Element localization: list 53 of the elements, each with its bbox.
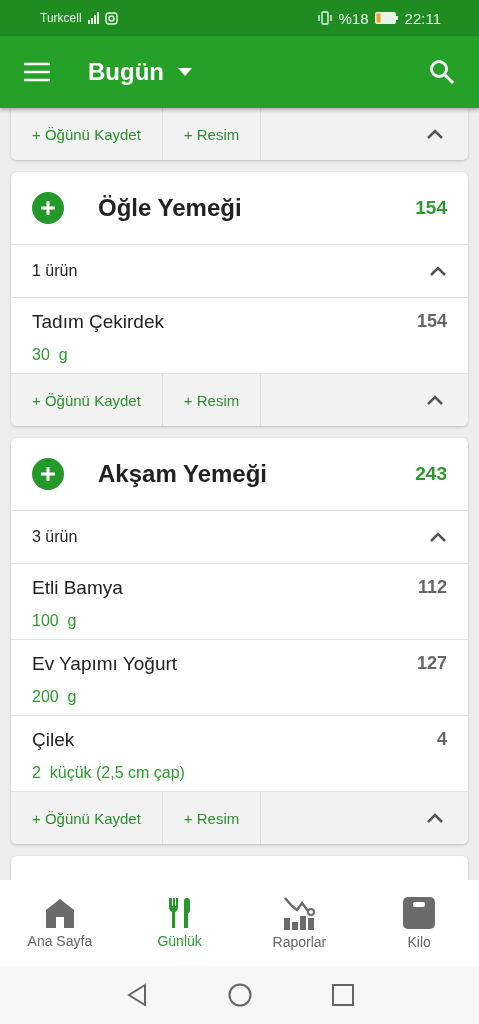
meal-title: Öğle Yemeği [98, 194, 243, 222]
meal-title: Akşam Yemeği [98, 460, 268, 488]
back-icon[interactable] [125, 983, 148, 1007]
camera-icon [104, 11, 118, 25]
scale-icon [402, 896, 437, 930]
dropdown-caret-icon[interactable] [178, 68, 192, 76]
food-calories: 127 [416, 653, 447, 675]
item-count: 1 ürün [32, 262, 79, 280]
collapse-chevron-icon[interactable] [429, 531, 447, 543]
vibrate-icon [316, 11, 333, 25]
food-name[interactable]: Ev Yapımı Yoğurt [32, 653, 417, 684]
nav-tab[interactable]: Kilo [359, 880, 479, 966]
nav-tab[interactable]: Ana Sayfa [0, 880, 120, 966]
add-photo-button[interactable]: + Resim [162, 108, 262, 160]
meal-calories: 243 [415, 463, 447, 485]
search-icon[interactable] [429, 59, 455, 85]
save-meal-button[interactable]: + Öğünü Kaydet [11, 108, 163, 160]
food-name[interactable]: Çilek [32, 729, 437, 760]
add-photo-button[interactable]: + Resim [162, 374, 262, 426]
food-calories: 112 [417, 577, 447, 599]
food-name[interactable]: Tadım Çekirdek [32, 311, 417, 342]
add-food-icon[interactable] [32, 192, 64, 224]
food-amount: 30 g [32, 346, 69, 365]
save-meal-button[interactable]: + Öğünü Kaydet [11, 374, 163, 426]
fork-knife-icon [167, 897, 192, 929]
meal-calories: 154 [415, 197, 447, 219]
house-icon [43, 897, 76, 929]
bar-chart-icon [282, 896, 317, 930]
collapse-chevron-icon[interactable] [426, 812, 444, 824]
collapse-chevron-icon[interactable] [426, 128, 444, 140]
battery-icon [374, 12, 399, 24]
menu-icon[interactable] [24, 62, 50, 82]
save-meal-button[interactable]: + Öğünü Kaydet [11, 792, 163, 844]
food-amount: 100 g [32, 612, 78, 631]
food-calories: 154 [416, 311, 447, 333]
home-icon[interactable] [227, 983, 252, 1007]
add-food-icon[interactable] [32, 458, 64, 490]
signal-icon [87, 12, 99, 24]
nav-tab[interactable]: Günlük [119, 880, 240, 966]
date-title[interactable]: Bugün [88, 58, 164, 86]
food-name[interactable]: Etli Bamya [32, 577, 418, 608]
food-amount: 2 küçük (2,5 cm çap) [32, 764, 186, 783]
add-photo-button[interactable]: + Resim [162, 792, 262, 844]
nav-tab[interactable]: Raporlar [239, 880, 360, 966]
battery-percent: %18 [338, 9, 369, 27]
carrier-name: Turkcell [40, 11, 82, 25]
item-count: 3 ürün [32, 528, 79, 546]
collapse-chevron-icon[interactable] [426, 394, 444, 406]
clock-time: 22:11 [404, 9, 441, 27]
recents-icon[interactable] [331, 984, 354, 1006]
food-amount: 200 g [32, 688, 78, 707]
food-calories: 4 [437, 729, 447, 751]
collapse-chevron-icon[interactable] [429, 265, 447, 277]
